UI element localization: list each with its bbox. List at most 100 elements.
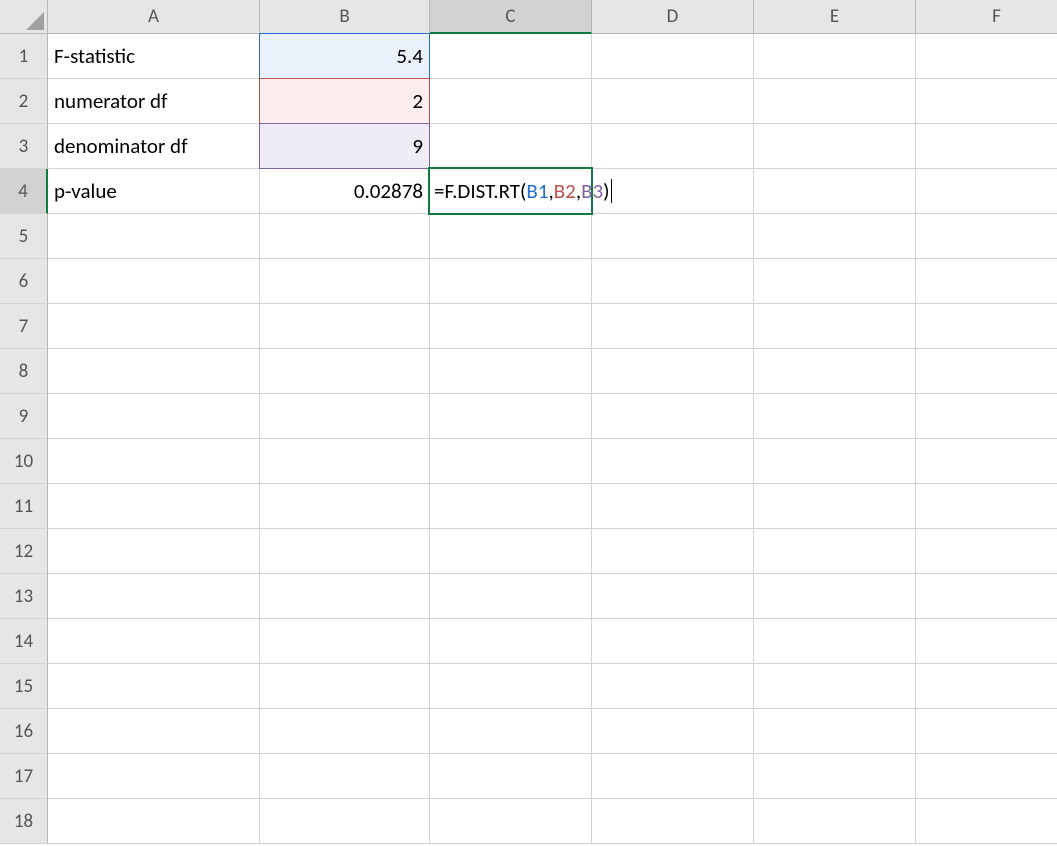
cell-C1[interactable] xyxy=(430,34,592,79)
cell-B2[interactable]: 2 xyxy=(260,79,430,124)
cell-A4[interactable]: p-value xyxy=(48,169,260,214)
cell-C12[interactable] xyxy=(430,529,592,574)
cell-F13[interactable] xyxy=(916,574,1057,619)
cell-B10[interactable] xyxy=(260,439,430,484)
cell-D7[interactable] xyxy=(592,304,754,349)
row-header-12[interactable]: 12 xyxy=(0,529,48,574)
cell-B3[interactable]: 9 xyxy=(260,124,430,169)
cell-E2[interactable] xyxy=(754,79,916,124)
select-all-corner[interactable] xyxy=(0,0,48,34)
row-header-13[interactable]: 13 xyxy=(0,574,48,619)
cell-C2[interactable] xyxy=(430,79,592,124)
cell-D8[interactable] xyxy=(592,349,754,394)
cell-E7[interactable] xyxy=(754,304,916,349)
cell-D12[interactable] xyxy=(592,529,754,574)
cell-A7[interactable] xyxy=(48,304,260,349)
cell-B8[interactable] xyxy=(260,349,430,394)
cell-E16[interactable] xyxy=(754,709,916,754)
cell-E17[interactable] xyxy=(754,754,916,799)
row-header-4[interactable]: 4 xyxy=(0,169,48,214)
row-header-10[interactable]: 10 xyxy=(0,439,48,484)
cell-E3[interactable] xyxy=(754,124,916,169)
cell-D6[interactable] xyxy=(592,259,754,304)
cell-C15[interactable] xyxy=(430,664,592,709)
cell-E10[interactable] xyxy=(754,439,916,484)
cell-A9[interactable] xyxy=(48,394,260,439)
cell-E1[interactable] xyxy=(754,34,916,79)
cell-B18[interactable] xyxy=(260,799,430,844)
cell-B13[interactable] xyxy=(260,574,430,619)
cell-D4[interactable] xyxy=(592,169,754,214)
cell-F2[interactable] xyxy=(916,79,1057,124)
cell-F8[interactable] xyxy=(916,349,1057,394)
cell-A12[interactable] xyxy=(48,529,260,574)
cell-D15[interactable] xyxy=(592,664,754,709)
row-header-18[interactable]: 18 xyxy=(0,799,48,844)
cell-E6[interactable] xyxy=(754,259,916,304)
col-header-B[interactable]: B xyxy=(260,0,430,34)
cell-B17[interactable] xyxy=(260,754,430,799)
cell-C9[interactable] xyxy=(430,394,592,439)
cell-C6[interactable] xyxy=(430,259,592,304)
row-header-14[interactable]: 14 xyxy=(0,619,48,664)
cell-C17[interactable] xyxy=(430,754,592,799)
cell-D11[interactable] xyxy=(592,484,754,529)
cell-A18[interactable] xyxy=(48,799,260,844)
cell-B12[interactable] xyxy=(260,529,430,574)
spreadsheet-grid[interactable]: A B C D E F 1 F-statistic 5.4 2 numerato… xyxy=(0,0,1057,844)
cell-D14[interactable] xyxy=(592,619,754,664)
cell-E13[interactable] xyxy=(754,574,916,619)
formula-editor[interactable]: =F.DIST.RT(B1, B2, B3) xyxy=(434,169,612,213)
col-header-C[interactable]: C xyxy=(430,0,592,34)
cell-E15[interactable] xyxy=(754,664,916,709)
cell-B14[interactable] xyxy=(260,619,430,664)
cell-D10[interactable] xyxy=(592,439,754,484)
cell-D1[interactable] xyxy=(592,34,754,79)
row-header-9[interactable]: 9 xyxy=(0,394,48,439)
cell-D2[interactable] xyxy=(592,79,754,124)
cell-F12[interactable] xyxy=(916,529,1057,574)
cell-F5[interactable] xyxy=(916,214,1057,259)
cell-F7[interactable] xyxy=(916,304,1057,349)
cell-A15[interactable] xyxy=(48,664,260,709)
cell-E14[interactable] xyxy=(754,619,916,664)
cell-A8[interactable] xyxy=(48,349,260,394)
cell-E11[interactable] xyxy=(754,484,916,529)
cell-C3[interactable] xyxy=(430,124,592,169)
cell-C13[interactable] xyxy=(430,574,592,619)
cell-C8[interactable] xyxy=(430,349,592,394)
cell-F10[interactable] xyxy=(916,439,1057,484)
row-header-17[interactable]: 17 xyxy=(0,754,48,799)
row-header-8[interactable]: 8 xyxy=(0,349,48,394)
cell-A2[interactable]: numerator df xyxy=(48,79,260,124)
cell-F14[interactable] xyxy=(916,619,1057,664)
cell-C10[interactable] xyxy=(430,439,592,484)
cell-C18[interactable] xyxy=(430,799,592,844)
cell-A16[interactable] xyxy=(48,709,260,754)
row-header-6[interactable]: 6 xyxy=(0,259,48,304)
cell-A11[interactable] xyxy=(48,484,260,529)
cell-B6[interactable] xyxy=(260,259,430,304)
cell-E9[interactable] xyxy=(754,394,916,439)
cell-D9[interactable] xyxy=(592,394,754,439)
row-header-5[interactable]: 5 xyxy=(0,214,48,259)
cell-B4[interactable]: 0.02878 xyxy=(260,169,430,214)
cell-D5[interactable] xyxy=(592,214,754,259)
row-header-1[interactable]: 1 xyxy=(0,34,48,79)
cell-A10[interactable] xyxy=(48,439,260,484)
cell-F3[interactable] xyxy=(916,124,1057,169)
cell-C4[interactable]: =F.DIST.RT(B1, B2, B3) xyxy=(430,169,592,214)
cell-D17[interactable] xyxy=(592,754,754,799)
cell-A14[interactable] xyxy=(48,619,260,664)
row-header-11[interactable]: 11 xyxy=(0,484,48,529)
cell-B11[interactable] xyxy=(260,484,430,529)
cell-F15[interactable] xyxy=(916,664,1057,709)
cell-C11[interactable] xyxy=(430,484,592,529)
cell-A6[interactable] xyxy=(48,259,260,304)
cell-E4[interactable] xyxy=(754,169,916,214)
cell-C5[interactable] xyxy=(430,214,592,259)
cell-F9[interactable] xyxy=(916,394,1057,439)
cell-B15[interactable] xyxy=(260,664,430,709)
cell-B9[interactable] xyxy=(260,394,430,439)
row-header-3[interactable]: 3 xyxy=(0,124,48,169)
